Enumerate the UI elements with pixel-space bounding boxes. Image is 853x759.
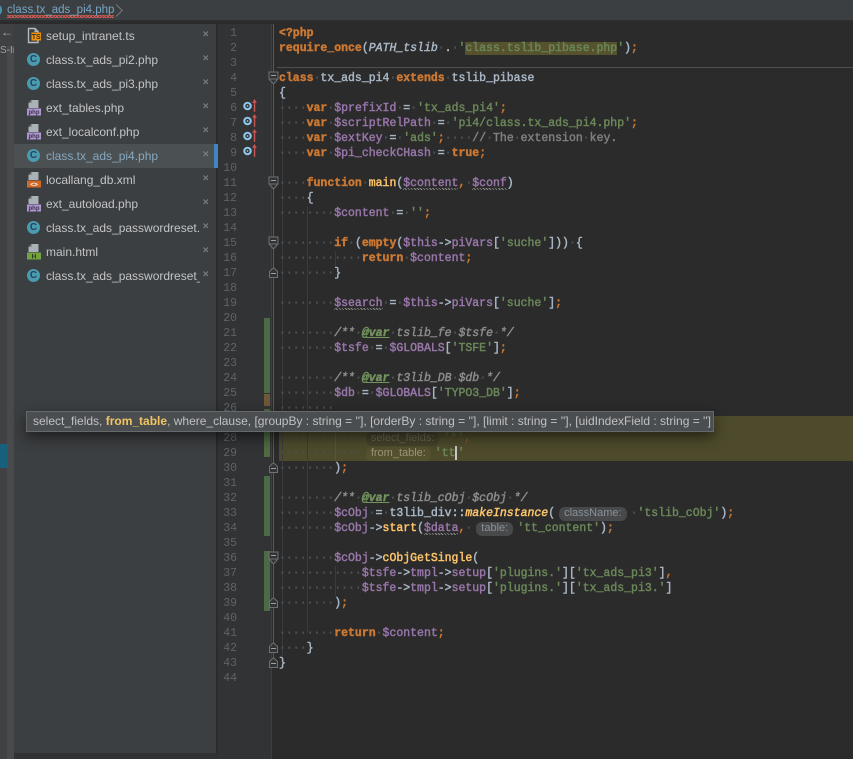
svg-text:H: H — [32, 253, 37, 260]
svg-text:TS: TS — [32, 34, 41, 41]
svg-text:<>: <> — [30, 181, 38, 188]
svg-text:php: php — [29, 110, 40, 116]
svg-text:php: php — [29, 134, 40, 140]
svg-text:php: php — [29, 206, 40, 212]
